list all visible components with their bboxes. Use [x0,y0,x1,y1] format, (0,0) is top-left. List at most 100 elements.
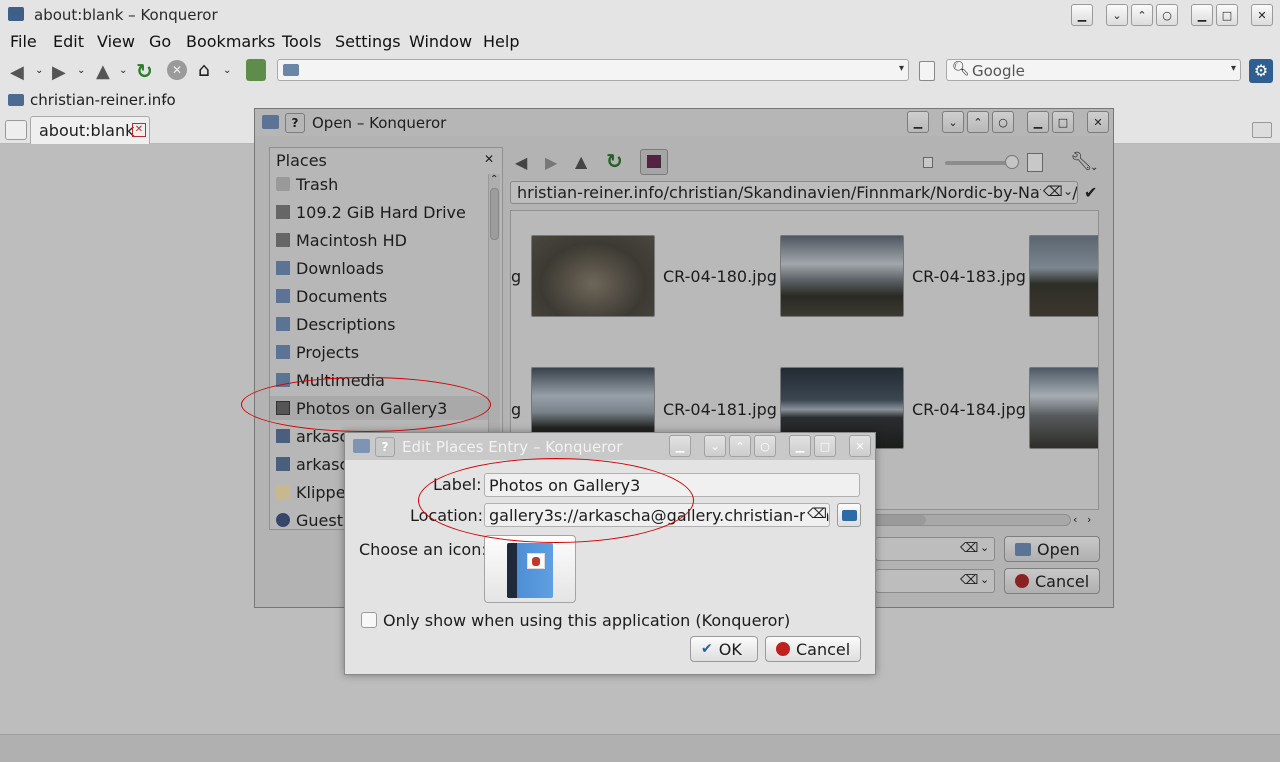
file-name-partial[interactable]: g [511,400,521,419]
keep-above-button[interactable]: ⌃ [729,435,751,457]
app-only-checkbox-label[interactable]: Only show when using this application (K… [383,611,790,630]
file-name[interactable]: CR-04-180.jpg [663,267,777,286]
options-dropdown-icon[interactable]: ⌄ [1090,162,1098,173]
zoom-slider[interactable] [945,155,1019,169]
menu-settings[interactable]: Settings [335,32,401,51]
zoom-slider-handle[interactable] [1005,155,1019,169]
reload-icon[interactable]: ↻ [606,149,623,173]
chevron-down-icon[interactable]: ▾ [899,63,904,74]
keep-below-button[interactable]: ⌄ [704,435,726,457]
filter-combo[interactable]: ⌫ ⌄ [875,569,995,593]
file-thumbnail[interactable] [1029,367,1098,449]
search-combo[interactable]: 🔍︎ Google ▾ [946,59,1241,81]
scrollbar-thumb[interactable] [490,188,499,240]
all-desktops-button[interactable]: ○ [754,435,776,457]
filename-combo[interactable]: ⌫ ⌄ [875,537,995,561]
new-tab-icon[interactable] [5,120,27,140]
up-dropdown-icon[interactable]: ⌄ [119,65,127,76]
help-icon[interactable]: ? [285,113,305,133]
close-button[interactable]: ✕ [1087,111,1109,133]
chevron-down-icon[interactable]: ⌄ [160,95,168,106]
up-icon[interactable]: ▲ [96,61,110,82]
stop-icon[interactable]: ✕ [167,60,187,80]
place-macintosh-hd[interactable]: Macintosh HD [276,228,407,252]
keep-above-button[interactable]: ⌃ [1131,4,1153,26]
preview-toggle-icon[interactable] [640,149,668,175]
maximize-button[interactable]: □ [814,435,836,457]
shade-button[interactable]: ▁ [907,111,929,133]
open-dialog-titlebar[interactable]: ? Open – Konqueror ▁ ⌄ ⌃ ○ ▁ □ ✕ [255,109,1113,136]
tab-about-blank[interactable]: about:blank ✕ [30,116,150,144]
place-klipper[interactable]: Klipper [276,480,352,504]
open-button[interactable]: Open [1004,536,1100,562]
cancel-button[interactable]: Cancel [765,636,861,662]
close-tab-icon[interactable]: ✕ [132,123,146,137]
scroll-left-icon[interactable]: ‹ [1073,513,1077,526]
place-descriptions[interactable]: Descriptions [276,312,395,336]
horizontal-scrollbar[interactable] [855,514,1071,526]
close-current-tab-icon[interactable] [1252,122,1272,138]
menu-go[interactable]: Go [149,32,171,51]
path-combo[interactable]: hristian-reiner.info/christian/Skandinav… [510,181,1078,204]
minimize-button[interactable]: ▁ [1027,111,1049,133]
menu-help[interactable]: Help [483,32,519,51]
file-thumbnail[interactable] [1029,235,1098,317]
keep-above-button[interactable]: ⌃ [967,111,989,133]
forward-icon[interactable]: ▶ [545,153,557,172]
edit-dialog-titlebar[interactable]: ? Edit Places Entry – Konqueror ▁ ⌄ ⌃ ○ … [345,433,875,460]
clipboard-icon[interactable] [919,61,935,81]
ok-button[interactable]: ✔ OK [690,636,758,662]
chevron-down-icon[interactable]: ▾ [1231,63,1236,74]
minimize-button[interactable]: ▁ [1191,4,1213,26]
file-thumbnail[interactable] [531,235,655,317]
maximize-button[interactable]: □ [1216,4,1238,26]
scroll-right-icon[interactable]: › [1087,513,1091,526]
place-arkasc-2[interactable]: arkasc [276,452,348,476]
place-guest[interactable]: Guest [276,508,343,532]
place-documents[interactable]: Documents [276,284,387,308]
cancel-button[interactable]: Cancel [1004,568,1100,594]
back-icon[interactable]: ◀ [515,153,527,172]
chevron-down-icon[interactable]: ⌄ [1063,184,1074,198]
bookmark-christian-reiner[interactable]: christian-reiner.info [30,91,176,109]
shade-button[interactable]: ▁ [1071,4,1093,26]
menu-tools[interactable]: Tools [282,32,321,51]
file-name[interactable]: CR-04-184.jpg [912,400,1026,419]
shade-button[interactable]: ▁ [669,435,691,457]
clear-filter-icon[interactable]: ⌫ [960,573,978,588]
reload-icon[interactable]: ↻ [136,59,153,83]
file-name[interactable]: CR-04-181.jpg [663,400,777,419]
back-icon[interactable]: ◀ [10,62,24,83]
home-icon[interactable]: ⌂ [198,59,210,81]
file-name-partial[interactable]: g [511,267,521,286]
chevron-down-icon[interactable]: ⌄ [980,541,989,554]
icon-chooser-button[interactable] [484,535,576,603]
back-dropdown-icon[interactable]: ⌄ [35,65,43,76]
browse-location-button[interactable] [837,503,861,527]
place-hard-drive[interactable]: 109.2 GiB Hard Drive [276,200,466,224]
clear-filename-icon[interactable]: ⌫ [960,541,978,556]
maximize-button[interactable]: □ [1052,111,1074,133]
place-downloads[interactable]: Downloads [276,256,384,280]
forward-dropdown-icon[interactable]: ⌄ [77,65,85,76]
menu-edit[interactable]: Edit [53,32,84,51]
keep-below-button[interactable]: ⌄ [1106,4,1128,26]
main-window-titlebar[interactable]: about:blank – Konqueror ▁ ⌄ ⌃ ○ ▁ □ ✕ [0,0,1280,30]
clear-path-icon[interactable]: ⌫ [1041,184,1063,200]
location-combo[interactable]: ▾ [277,59,909,81]
menu-bookmarks[interactable]: Bookmarks [186,32,275,51]
all-desktops-button[interactable]: ○ [1156,4,1178,26]
checkmark-icon[interactable]: ✔ [1084,183,1097,202]
place-trash[interactable]: Trash [276,172,338,196]
menu-view[interactable]: View [97,32,135,51]
file-name[interactable]: CR-04-183.jpg [912,267,1026,286]
forward-icon[interactable]: ▶ [52,62,66,83]
chevron-down-icon[interactable]: ⌄ [980,573,989,586]
keep-below-button[interactable]: ⌄ [942,111,964,133]
place-projects[interactable]: Projects [276,340,359,364]
close-places-icon[interactable]: ✕ [484,152,494,166]
clear-location-icon[interactable]: ⌫ [805,506,827,522]
minimize-button[interactable]: ▁ [789,435,811,457]
scroll-up-icon[interactable]: ⌃ [490,174,498,185]
app-only-checkbox[interactable] [361,612,377,628]
